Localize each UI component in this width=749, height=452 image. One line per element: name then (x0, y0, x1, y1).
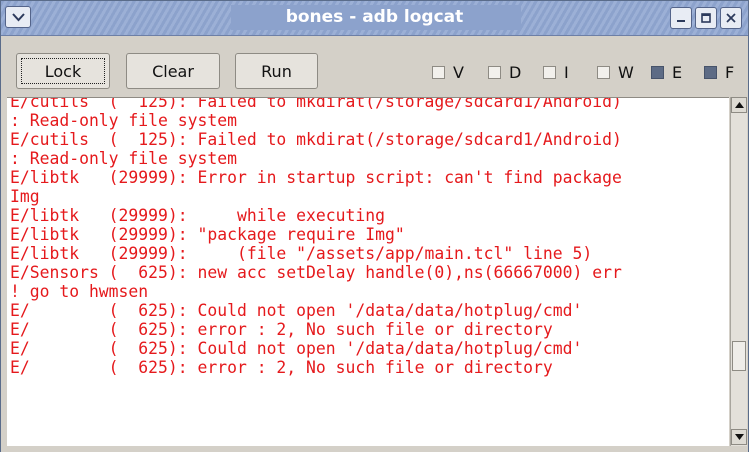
scrollbar-thumb[interactable] (732, 341, 746, 371)
log-line: E/Sensors ( 625): new acc setDelay handl… (10, 263, 622, 282)
log-line: E/libtk (29999): "package require Img" (10, 225, 405, 244)
minimize-icon (677, 20, 685, 22)
log-line: E/cutils ( 125): Failed to mkdirat(/stor… (10, 97, 622, 111)
log-line: Img (10, 187, 40, 206)
log-line: E/libtk (29999): Error in startup script… (10, 168, 622, 187)
log-lines: E/cutils ( 125): Failed to mkdirat(/stor… (10, 97, 622, 377)
close-icon (726, 13, 736, 23)
close-button[interactable] (720, 7, 742, 29)
log-line: : Read-only file system (10, 111, 237, 130)
filter-warning[interactable]: W (597, 62, 634, 82)
log-line: E/libtk (29999): (file "/assets/app/main… (10, 244, 593, 263)
log-line: E/ ( 625): Could not open '/data/data/ho… (10, 301, 583, 320)
filter-error-checkbox[interactable] (651, 65, 664, 79)
filter-verbose-checkbox[interactable] (432, 65, 445, 79)
filter-verbose[interactable]: V (432, 62, 464, 82)
maximize-button[interactable] (695, 7, 717, 29)
filter-info-checkbox[interactable] (543, 65, 556, 79)
lock-button[interactable]: Lock (16, 53, 110, 89)
filter-fatal-label: F (725, 62, 735, 82)
filter-warning-checkbox[interactable] (597, 65, 610, 79)
filter-error[interactable]: E (651, 62, 683, 82)
log-line: E/libtk (29999): while executing (10, 206, 385, 225)
log-output[interactable]: E/cutils ( 125): Failed to mkdirat(/stor… (7, 97, 729, 447)
log-line: ! go to hwmsen (10, 282, 149, 301)
log-line: E/ ( 625): Could not open '/data/data/ho… (10, 339, 583, 358)
filter-info[interactable]: I (543, 62, 569, 82)
filter-verbose-label: V (453, 62, 464, 82)
arrow-up-icon (735, 102, 744, 108)
scroll-down-button[interactable] (731, 429, 747, 445)
log-line: E/cutils ( 125): Failed to mkdirat(/stor… (10, 130, 622, 149)
clear-button[interactable]: Clear (126, 53, 220, 89)
minimize-button[interactable] (670, 7, 692, 29)
log-line: : Read-only file system (10, 149, 237, 168)
vertical-scrollbar[interactable] (730, 97, 747, 446)
arrow-down-icon (735, 434, 744, 440)
toolbar: Lock Clear Run V D I W E F (1, 36, 748, 96)
scroll-up-button[interactable] (731, 97, 747, 113)
logcat-window: bones - adb logcat Lock Clear Run V D I … (0, 0, 749, 452)
filter-info-label: I (564, 62, 569, 82)
maximize-icon (701, 13, 711, 23)
filter-debug-label: D (509, 62, 522, 82)
filter-fatal[interactable]: F (704, 62, 735, 82)
filter-fatal-checkbox[interactable] (704, 65, 717, 79)
filter-warning-label: W (618, 62, 634, 82)
window-title: bones - adb logcat (285, 7, 464, 27)
log-line: E/ ( 625): error : 2, No such file or di… (10, 358, 553, 377)
run-button[interactable]: Run (235, 53, 318, 89)
log-line: E/ ( 625): error : 2, No such file or di… (10, 320, 553, 339)
filter-error-label: E (672, 62, 683, 82)
window-bottom-border (1, 446, 748, 452)
filter-debug[interactable]: D (488, 62, 522, 82)
filter-debug-checkbox[interactable] (488, 65, 501, 79)
title-bar[interactable]: bones - adb logcat (1, 1, 748, 36)
